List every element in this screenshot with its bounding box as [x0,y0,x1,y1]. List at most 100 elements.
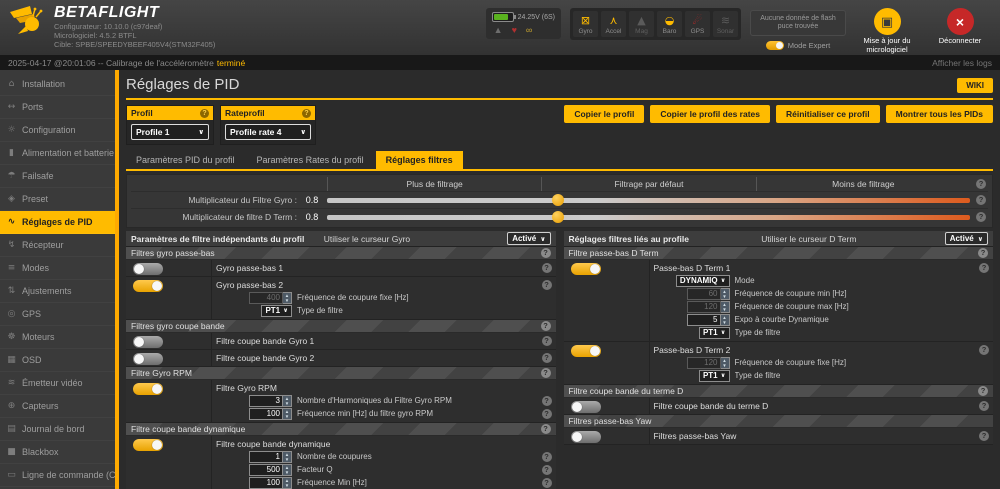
help-icon[interactable]: ? [976,195,986,205]
sidebar-item-preset[interactable]: ◈Preset [0,188,115,211]
spinner-buttons[interactable]: ▲▼ [283,292,292,304]
slider-track[interactable] [327,210,970,224]
spinner-buttons[interactable]: ▲▼ [283,395,292,407]
spinner-buttons[interactable]: ▲▼ [721,301,730,313]
number-input[interactable]: 100▲▼ [249,408,292,420]
toggle-switch[interactable] [571,431,601,443]
tab-reglages-filtres[interactable]: Réglages filtres [376,151,463,169]
sidebar-item-failsafe[interactable]: ☂Failsafe [0,165,115,188]
help-icon[interactable]: ? [542,465,552,475]
sidebar-item-configuration[interactable]: ☼Configuration [0,119,115,142]
sidebar-item-emetteur-video[interactable]: ≋Émetteur vidéo [0,372,115,395]
rateprofile-select[interactable]: Profile rate 4 ∨ [225,124,311,140]
sonar-icon: ≋ [713,14,738,27]
help-icon[interactable]: ? [541,321,551,331]
spinner-buttons[interactable]: ▲▼ [721,357,730,369]
flash-data-button[interactable]: Aucune donnée de flash puce trouvée [750,10,846,36]
toggle-switch[interactable] [133,383,163,395]
number-input[interactable]: 3▲▼ [249,395,292,407]
wiki-button[interactable]: WIKI [957,78,993,93]
toggle-switch[interactable] [133,439,163,451]
help-icon[interactable]: ? [542,452,552,462]
help-icon[interactable]: ? [976,212,986,222]
spinner-buttons[interactable]: ▲▼ [721,288,730,300]
help-icon[interactable]: ? [541,368,551,378]
spinner-buttons[interactable]: ▲▼ [283,408,292,420]
toggle-switch[interactable] [133,280,163,292]
firmware-update-button[interactable]: ▣ Mise à jour du micrologiciel [855,8,919,54]
number-input[interactable]: 400▲▼ [249,292,292,304]
montrer-tous-les-pids-button[interactable]: Montrer tous les PIDs [886,105,993,123]
sidebar-item-recepteur[interactable]: ↯Récepteur [0,234,115,257]
select-input[interactable]: DYNAMIQ∨ [676,275,730,287]
spinner-buttons[interactable]: ▲▼ [283,451,292,463]
toggle-switch[interactable] [133,263,163,275]
toggle-switch[interactable] [133,353,163,365]
copier-le-profil-des-rates-button[interactable]: Copier le profil des rates [650,105,770,123]
help-icon[interactable]: ? [542,353,552,363]
slider-knob[interactable] [552,211,564,223]
help-icon[interactable]: ? [979,431,989,441]
spinner-buttons[interactable]: ▲▼ [283,477,292,489]
toggle-switch[interactable] [571,263,601,275]
profile-select[interactable]: Profile 1 ∨ [131,124,209,140]
help-icon[interactable]: ? [978,248,988,258]
reinitialiser-ce-profil-button[interactable]: Réinitialiser ce profil [776,105,880,123]
help-icon[interactable]: ? [979,263,989,273]
sidebar-item-modes[interactable]: ≡Modes [0,257,115,280]
help-icon[interactable]: ? [542,478,552,488]
number-input[interactable]: 1▲▼ [249,451,292,463]
help-icon[interactable]: ? [200,109,209,118]
copier-le-profil-button[interactable]: Copier le profil [564,105,644,123]
help-icon[interactable]: ? [302,109,311,118]
help-icon[interactable]: ? [542,409,552,419]
sidebar-item-ajustements[interactable]: ⇅Ajustements [0,280,115,303]
select-value: PT1 [703,328,718,337]
toggle-switch[interactable] [571,401,601,413]
toggle-switch[interactable] [571,345,601,357]
sidebar-item-gps[interactable]: ◎GPS [0,303,115,326]
help-icon[interactable]: ? [976,179,986,189]
help-icon[interactable]: ? [542,396,552,406]
sidebar-item-alimentation-et-batterie[interactable]: ▮Alimentation et batterie [0,142,115,165]
select-input[interactable]: PT1∨ [699,370,730,382]
number-input[interactable]: 500▲▼ [249,464,292,476]
spinner-buttons[interactable]: ▲▼ [721,314,730,326]
help-icon[interactable]: ? [541,424,551,434]
number-value: 60 [687,288,721,300]
slider-knob[interactable] [552,194,564,206]
sidebar-item-capteurs[interactable]: ⊕Capteurs [0,395,115,418]
sidebar-item-blackbox[interactable]: ■Blackbox [0,441,115,464]
help-icon[interactable]: ? [542,336,552,346]
number-input[interactable]: 120▲▼ [687,357,730,369]
sidebar-item-moteurs[interactable]: ☸Moteurs [0,326,115,349]
help-icon[interactable]: ? [541,248,551,258]
slider-enable-select[interactable]: Activé∨ [945,232,988,245]
help-icon[interactable]: ? [979,401,989,411]
sidebar-item-osd[interactable]: ▦OSD [0,349,115,372]
tab-parametres-rates-du-profil[interactable]: Paramètres Rates du profil [247,151,374,169]
toggle-switch[interactable] [133,336,163,348]
slider-track[interactable] [327,193,970,207]
number-input[interactable]: 60▲▼ [687,288,730,300]
sidebar-item-installation[interactable]: ⌂Installation [0,73,115,96]
disconnect-button[interactable]: × Déconnecter [928,8,992,46]
help-icon[interactable]: ? [978,386,988,396]
expert-mode-toggle[interactable] [766,41,784,50]
spinner-buttons[interactable]: ▲▼ [283,464,292,476]
number-input[interactable]: 5▲▼ [687,314,730,326]
help-icon[interactable]: ? [979,345,989,355]
tab-parametres-pid-du-profil[interactable]: Paramètres PID du profil [126,151,245,169]
number-input[interactable]: 100▲▼ [249,477,292,489]
sidebar-item-ports[interactable]: ↔Ports [0,96,115,119]
select-input[interactable]: PT1∨ [261,305,292,317]
slider-enable-select[interactable]: Activé∨ [507,232,550,245]
select-input[interactable]: PT1∨ [699,327,730,339]
sidebar-item-journal-de-bord[interactable]: ▤Journal de bord [0,418,115,441]
number-input[interactable]: 120▲▼ [687,301,730,313]
help-icon[interactable]: ? [542,263,552,273]
show-logs-link[interactable]: Afficher les logs [932,58,992,68]
help-icon[interactable]: ? [542,280,552,290]
sidebar-item-reglages-de-pid[interactable]: ∿Réglages de PID [0,211,115,234]
sidebar-item-ligne-de-commande-cli[interactable]: ▭Ligne de commande (CLI) [0,464,115,487]
